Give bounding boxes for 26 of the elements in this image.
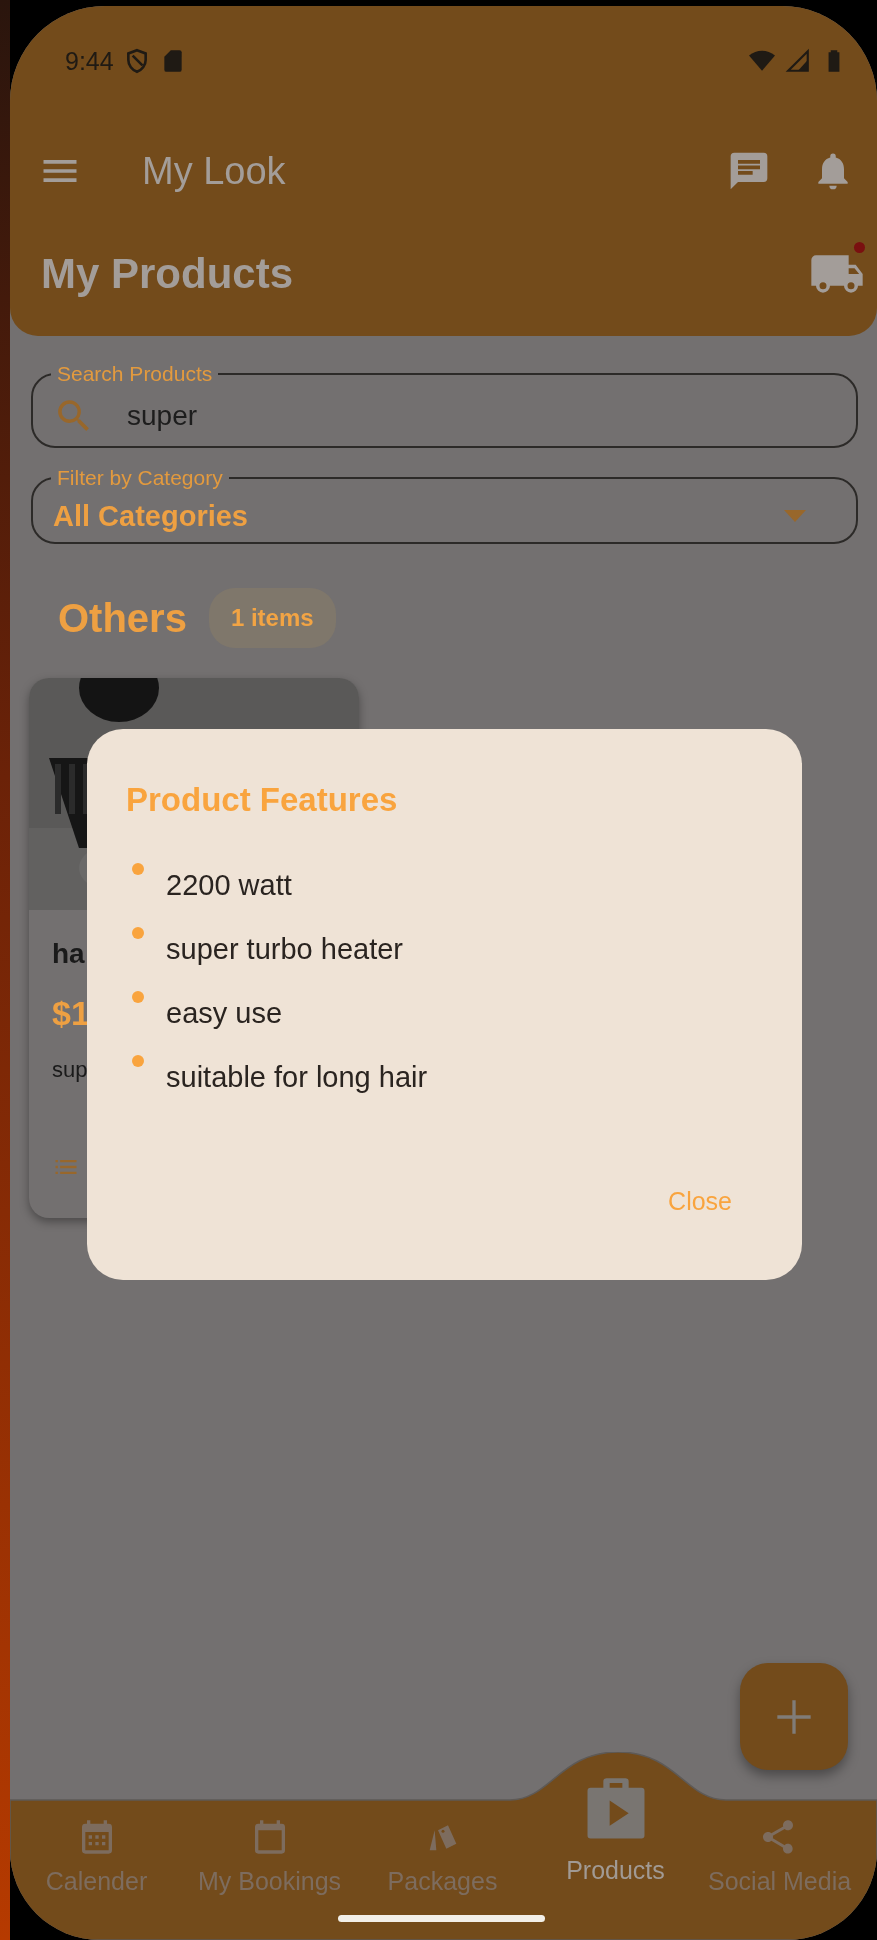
close-button[interactable]: Close [656, 1179, 744, 1224]
page-title: My Products [41, 250, 294, 298]
section-title: Others [58, 595, 187, 641]
add-button[interactable] [740, 1663, 848, 1770]
feature-text: easy use [166, 997, 283, 1030]
product-price: $1 [52, 994, 90, 1033]
feature-text: suitable for long hair [166, 1061, 428, 1094]
bullet-icon [132, 863, 144, 875]
status-time: 9:44 [65, 46, 114, 76]
feature-text: super turbo heater [166, 933, 403, 966]
nav-tab[interactable]: My Bookings [183, 1794, 356, 1932]
nav-tab[interactable]: Packages [356, 1794, 529, 1932]
signal-icon [785, 48, 811, 74]
feature-text: 2200 watt [166, 869, 292, 902]
product-description: sup [52, 1057, 88, 1083]
count-badge: 1 items [208, 588, 336, 648]
nav-tab[interactable]: Products [529, 1752, 702, 1890]
dialog-title: Product Features [126, 781, 399, 819]
nav-tab[interactable]: Social Media [702, 1794, 874, 1932]
bullet-icon [132, 927, 144, 939]
product-name: ha [52, 938, 85, 970]
caret-icon [784, 510, 806, 522]
bullet-icon [132, 991, 144, 1003]
bullet-icon [132, 1055, 144, 1067]
nav-tab[interactable]: Calender [10, 1794, 183, 1932]
app-title: My Look [142, 149, 286, 193]
